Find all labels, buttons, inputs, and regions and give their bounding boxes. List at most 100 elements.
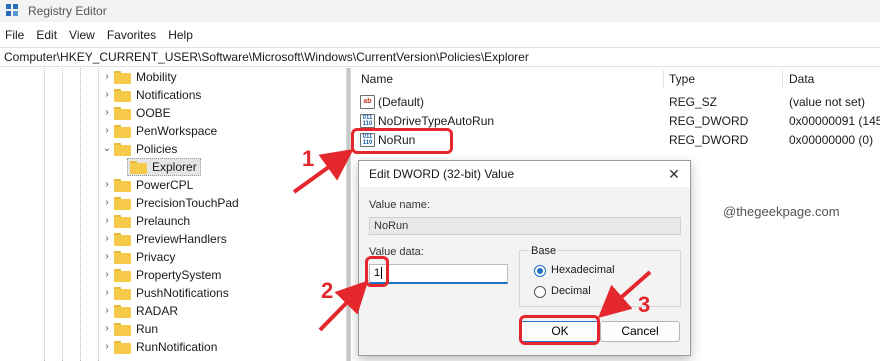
- window-title: Registry Editor: [28, 4, 107, 18]
- folder-icon: [114, 71, 131, 84]
- tree-item-precisiontouchpad[interactable]: › PrecisionTouchPad: [0, 194, 346, 212]
- decimal-radio[interactable]: [534, 286, 546, 298]
- chevron-right-icon[interactable]: ›: [102, 269, 112, 281]
- folder-icon: [114, 305, 131, 318]
- address-bar[interactable]: Computer\HKEY_CURRENT_USER\Software\Micr…: [0, 47, 880, 67]
- tree-item-radar[interactable]: › RADAR: [0, 302, 346, 320]
- value-data: (value not set): [789, 95, 866, 109]
- tree-item-label: PropertySystem: [136, 268, 222, 282]
- tree-item-mobility[interactable]: › Mobility: [0, 68, 346, 86]
- tree-item-privacy[interactable]: › Privacy: [0, 248, 346, 266]
- tree-item-label: Explorer: [152, 160, 197, 174]
- tree-item-label: Prelaunch: [136, 214, 191, 228]
- folder-icon: [130, 161, 147, 174]
- menu-favorites[interactable]: Favorites: [101, 28, 162, 42]
- binary-value-icon: 011 110: [360, 114, 375, 128]
- tree-item-label: RADAR: [136, 304, 179, 318]
- chevron-right-icon[interactable]: ›: [102, 197, 112, 209]
- tree-item-label: OOBE: [136, 106, 171, 120]
- column-separator[interactable]: [663, 70, 664, 88]
- highlight-ok-button: [519, 315, 600, 345]
- dialog-title-bar[interactable]: Edit DWORD (32-bit) Value ✕: [359, 161, 690, 187]
- tree-item-label: RunNotification: [136, 340, 218, 354]
- folder-icon: [114, 89, 131, 102]
- chevron-right-icon[interactable]: ›: [102, 251, 112, 263]
- pane-splitter[interactable]: [346, 68, 351, 361]
- value-type: REG_DWORD: [669, 114, 749, 128]
- hexadecimal-radio[interactable]: [534, 265, 546, 277]
- dialog-title: Edit DWORD (32-bit) Value: [369, 167, 515, 181]
- value-data: 0x00000000 (0): [789, 133, 874, 147]
- base-group: [519, 250, 681, 307]
- menu-bar: File Edit View Favorites Help: [0, 25, 199, 45]
- chevron-right-icon[interactable]: ›: [102, 89, 112, 101]
- tree-item-label: Policies: [136, 142, 178, 156]
- chevron-right-icon[interactable]: ›: [102, 179, 112, 191]
- chevron-right-icon[interactable]: ›: [102, 305, 112, 317]
- chevron-right-icon[interactable]: ›: [102, 233, 112, 245]
- value-type: REG_DWORD: [669, 133, 749, 147]
- folder-icon: [114, 143, 131, 156]
- watermark: @thegeekpage.com: [723, 204, 840, 219]
- tree-item-label: PushNotifications: [136, 286, 229, 300]
- chevron-right-icon[interactable]: ›: [102, 71, 112, 83]
- folder-icon: [114, 269, 131, 282]
- tree-item-label: PrecisionTouchPad: [136, 196, 239, 210]
- tree-item-prelaunch[interactable]: › Prelaunch: [0, 212, 346, 230]
- tree-item-runnotification[interactable]: › RunNotification: [0, 338, 346, 356]
- folder-icon: [114, 323, 131, 336]
- tree-item-label: Privacy: [136, 250, 176, 264]
- chevron-right-icon[interactable]: ›: [102, 125, 112, 137]
- menu-file[interactable]: File: [0, 28, 30, 42]
- tree-item-previewhandlers[interactable]: › PreviewHandlers: [0, 230, 346, 248]
- folder-icon: [114, 125, 131, 138]
- tree-item-notifications[interactable]: › Notifications: [0, 86, 346, 104]
- hexadecimal-label[interactable]: Hexadecimal: [551, 264, 615, 276]
- folder-icon: [114, 215, 131, 228]
- cancel-button[interactable]: Cancel: [600, 321, 680, 342]
- chevron-down-icon[interactable]: ⌄: [102, 143, 112, 155]
- folder-icon: [114, 233, 131, 246]
- highlight-value-data: [365, 256, 389, 287]
- registry-editor-icon: [6, 4, 20, 18]
- value-data-input[interactable]: 1: [369, 264, 508, 284]
- highlight-norun: [351, 128, 453, 154]
- value-name: (Default): [378, 95, 425, 109]
- column-header-data[interactable]: Data: [789, 72, 814, 86]
- folder-icon: [114, 197, 131, 210]
- chevron-right-icon[interactable]: ›: [102, 341, 112, 353]
- tree-item-run[interactable]: › Run: [0, 320, 346, 338]
- tree-item-pushnotifications[interactable]: › PushNotifications: [0, 284, 346, 302]
- value-type: REG_SZ: [669, 95, 718, 109]
- column-header-name[interactable]: Name: [361, 72, 393, 86]
- menu-help[interactable]: Help: [162, 28, 199, 42]
- tree-item-label: PowerCPL: [136, 178, 194, 192]
- chevron-right-icon[interactable]: ›: [102, 215, 112, 227]
- tree-item-label: Mobility: [136, 70, 177, 84]
- menu-edit[interactable]: Edit: [30, 28, 63, 42]
- tree-item-label: Notifications: [136, 88, 202, 102]
- column-separator[interactable]: [782, 70, 783, 88]
- tree-scrollbar[interactable]: [347, 68, 350, 361]
- tree-item-label: PenWorkspace: [136, 124, 218, 138]
- tree-item-policies[interactable]: ⌄ Policies: [0, 140, 346, 158]
- title-bar: Registry Editor: [0, 0, 880, 22]
- decimal-label[interactable]: Decimal: [551, 285, 591, 297]
- tree-item-explorer[interactable]: Explorer: [0, 158, 346, 176]
- value-row[interactable]: ab (Default) REG_SZ (value not set): [352, 93, 880, 112]
- tree-item-oobe[interactable]: › OOBE: [0, 104, 346, 122]
- folder-icon: [114, 251, 131, 264]
- tree-item-powercpl[interactable]: › PowerCPL: [0, 176, 346, 194]
- tree-item-penworkspace[interactable]: › PenWorkspace: [0, 122, 346, 140]
- column-header-type[interactable]: Type: [669, 72, 695, 86]
- base-label: Base: [529, 245, 559, 257]
- value-name: NoDriveTypeAutoRun: [378, 114, 495, 128]
- chevron-right-icon[interactable]: ›: [102, 323, 112, 335]
- chevron-right-icon[interactable]: ›: [102, 287, 112, 299]
- value-name-label: Value name:: [369, 199, 430, 211]
- menu-view[interactable]: View: [63, 28, 101, 42]
- tree-item-propertysystem[interactable]: › PropertySystem: [0, 266, 346, 284]
- close-icon[interactable]: ✕: [664, 164, 684, 184]
- chevron-right-icon[interactable]: ›: [102, 107, 112, 119]
- folder-icon: [114, 341, 131, 354]
